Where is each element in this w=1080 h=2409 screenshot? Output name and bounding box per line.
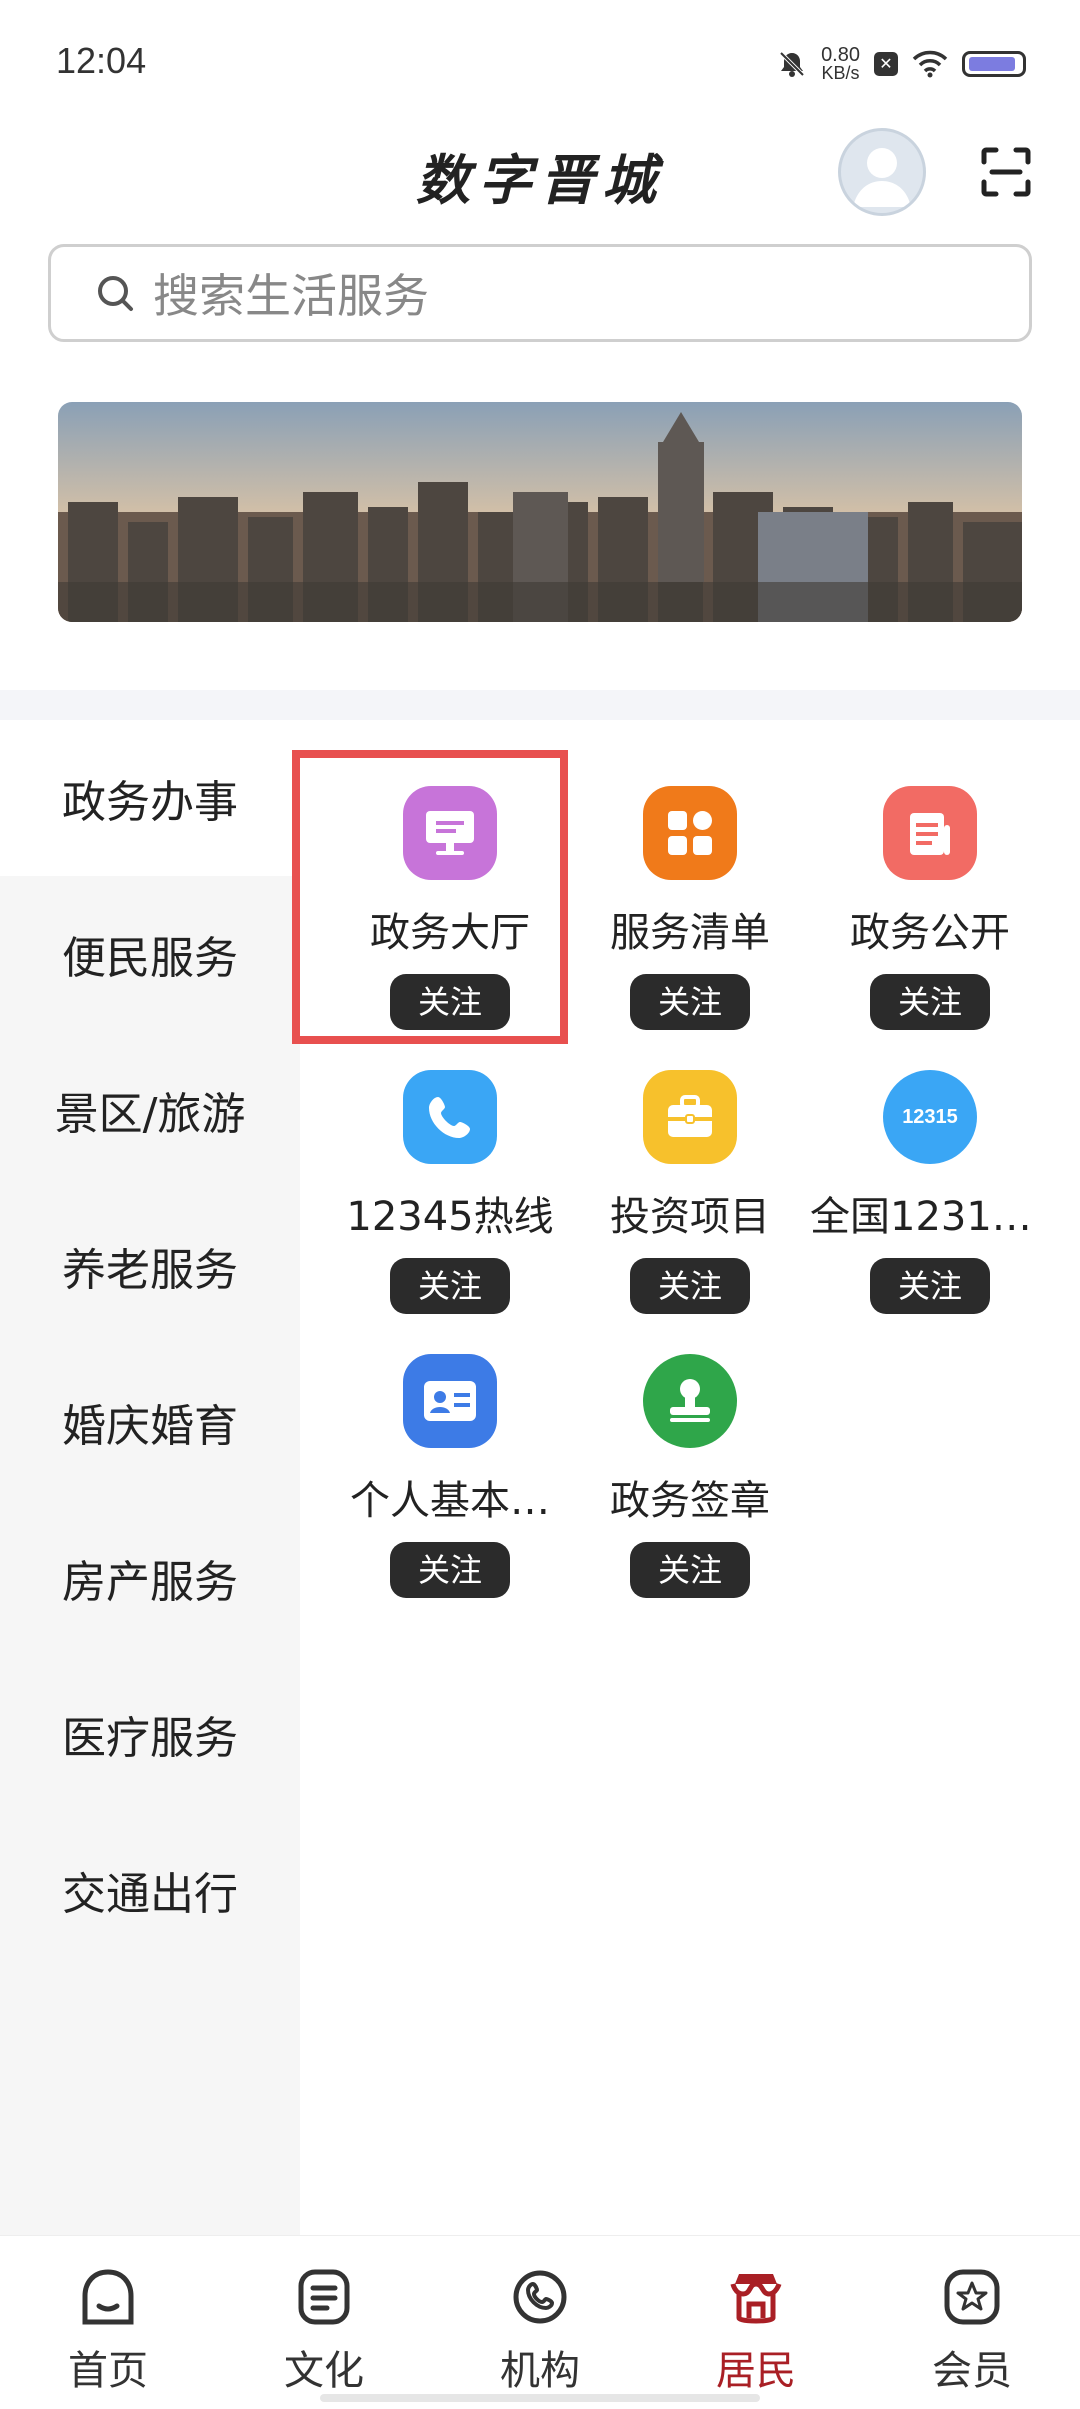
sidebar-item-label: 交通出行 [62,1869,238,1920]
sidebar-item-label: 政务办事 [62,777,238,828]
battery-icon [962,51,1026,77]
mute-bell-icon [779,51,805,77]
status-time: 12:04 [56,40,147,81]
nav-label: 机构 [500,2348,580,2394]
search-placeholder: 搜索生活服务 [153,269,429,323]
document-icon [883,786,977,880]
service-item-12315[interactable]: 12315 全国12315… 关注 [810,1070,1050,1314]
sidebar-item-elderly-care[interactable]: 养老服务 [0,1188,300,1344]
service-label: 政务签章 [610,1478,770,1524]
sidebar-item-label: 景区/旅游 [54,1089,246,1140]
nav-culture[interactable]: 文化 [244,2266,404,2396]
sidebar-item-label: 医疗服务 [62,1713,238,1764]
member-icon [944,2269,1000,2325]
hotline-12315-icon-text: 12315 [902,1105,958,1128]
follow-button[interactable]: 关注 [390,1542,510,1598]
sidebar-item-label: 婚庆婚育 [62,1401,238,1452]
service-label: 12345热线 [346,1194,554,1240]
hotline-12315-icon: 12315 [883,1070,977,1164]
stamp-icon [643,1354,737,1448]
sidebar-item-label: 养老服务 [62,1245,238,1296]
net-speed-value: 0.80 [821,44,860,66]
residents-icon [730,2274,782,2324]
apps-icon [643,786,737,880]
status-bar: 12:04 0.80 KB/s ✕ [0,0,1080,120]
nav-label: 居民 [716,2348,796,2394]
sidebar-item-tourism[interactable]: 景区/旅游 [0,1032,300,1188]
sidebar-item-real-estate[interactable]: 房产服务 [0,1500,300,1656]
home-indicator[interactable] [320,2394,760,2402]
service-label: 全国12315… [810,1194,1050,1240]
network-speed: 0.80 KB/s [821,44,860,83]
follow-button[interactable]: 关注 [870,974,990,1030]
service-item-investment[interactable]: 投资项目 关注 [570,1070,810,1314]
search-input[interactable]: 搜索生活服务 [48,244,1032,342]
service-label: 服务清单 [610,910,770,956]
institution-icon [513,2270,567,2324]
service-label: 政务公开 [850,910,1010,956]
wifi-icon [912,50,948,78]
highlight-box [292,750,568,1044]
nav-home[interactable]: 首页 [28,2266,188,2396]
follow-button[interactable]: 关注 [630,1542,750,1598]
culture-icon [298,2269,350,2325]
sidebar-item-medical[interactable]: 医疗服务 [0,1656,300,1812]
service-item-12345-hotline[interactable]: 12345热线 关注 [330,1070,570,1314]
avatar[interactable] [838,128,926,216]
sidebar-item-convenience[interactable]: 便民服务 [0,876,300,1032]
phone-icon [403,1070,497,1164]
service-item-e-seal[interactable]: 政务签章 关注 [570,1354,810,1598]
service-item-personal-info[interactable]: 个人基本… 关注 [330,1354,570,1598]
net-speed-unit: KB/s [821,63,860,83]
nav-member[interactable]: 会员 [892,2266,1052,2396]
service-item-public-affairs[interactable]: 政务公开 关注 [810,786,1050,1030]
home-icon [82,2269,134,2325]
user-avatar-icon [853,148,911,207]
sidebar-item-wedding[interactable]: 婚庆婚育 [0,1344,300,1500]
id-card-icon [403,1354,497,1448]
nav-label: 首页 [68,2348,148,2394]
sidebar-item-label: 房产服务 [62,1557,238,1608]
nav-label: 会员 [932,2348,1012,2394]
city-banner-image[interactable] [58,402,1022,622]
follow-button[interactable]: 关注 [390,1258,510,1314]
sidebar-item-transport[interactable]: 交通出行 [0,1812,300,1968]
nav-residents[interactable]: 居民 [676,2266,836,2396]
follow-button[interactable]: 关注 [630,974,750,1030]
category-sidebar: 政务办事 便民服务 景区/旅游 养老服务 婚庆婚育 房产服务 医疗服务 交通出行 [0,720,300,2235]
sidebar-item-label: 便民服务 [62,933,238,984]
scan-icon[interactable] [980,146,1032,198]
nav-label: 文化 [284,2348,364,2394]
briefcase-icon [643,1070,737,1164]
status-icons: 0.80 KB/s ✕ [777,40,1026,88]
nav-institution[interactable]: 机构 [460,2266,620,2396]
follow-button[interactable]: 关注 [630,1258,750,1314]
search-icon [98,276,133,311]
follow-button[interactable]: 关注 [870,1258,990,1314]
section-divider [0,690,1080,720]
bottom-nav: 首页 文化 机构 居民 会员 [0,2235,1080,2409]
sidebar-item-government-affairs[interactable]: 政务办事 [0,720,300,876]
city-skyline-illustration [58,402,1022,622]
no-sim-icon: ✕ [874,52,898,76]
service-label: 个人基本… [350,1478,550,1524]
service-label: 投资项目 [610,1194,770,1240]
service-item-service-list[interactable]: 服务清单 关注 [570,786,810,1030]
